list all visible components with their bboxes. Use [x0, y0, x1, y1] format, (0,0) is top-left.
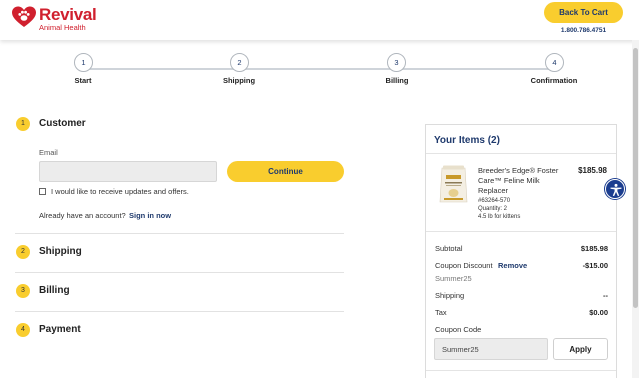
sign-in-link[interactable]: Sign in now	[129, 211, 171, 220]
tax-value: $0.00	[589, 308, 608, 317]
section-divider	[15, 311, 344, 312]
subtotal-value: $185.98	[580, 244, 608, 253]
coupon-discount-value: -$15.00	[582, 261, 608, 270]
payment-step-badge: 4	[16, 323, 30, 337]
step-3-label: Billing	[385, 76, 409, 85]
tax-label: Tax	[435, 308, 447, 317]
shipping-label: Shipping	[435, 291, 465, 300]
accessibility-icon	[610, 183, 622, 197]
summary-divider	[426, 153, 616, 154]
subtotal-label: Subtotal	[435, 244, 463, 253]
email-label: Email	[39, 148, 58, 157]
step-4-label: Confirmation	[530, 76, 578, 85]
coupon-discount-label: Coupon Discount	[435, 261, 493, 270]
billing-step-badge: 3	[16, 284, 30, 298]
accessibility-button[interactable]	[605, 179, 625, 199]
stepper-track	[83, 68, 555, 70]
remove-coupon-link[interactable]: Remove	[498, 261, 527, 270]
scrollbar-thumb[interactable]	[633, 48, 638, 308]
customer-heading: Customer	[39, 118, 86, 129]
step-4-circle: 4	[545, 53, 564, 72]
newsletter-checkbox[interactable]	[39, 188, 46, 195]
section-divider	[15, 272, 344, 273]
section-divider	[15, 233, 344, 234]
step-2-label: Shipping	[222, 76, 256, 85]
account-prompt: Already have an account?	[39, 211, 126, 220]
shipping-heading: Shipping	[39, 246, 82, 257]
product-image	[439, 165, 468, 203]
customer-step-badge: 1	[16, 117, 30, 131]
product-name-link[interactable]: Breeder's Edge® Foster Care™ Feline Milk…	[478, 166, 564, 196]
email-input[interactable]	[39, 161, 217, 182]
product-price: $185.98	[578, 166, 607, 175]
step-1-label: Start	[74, 76, 92, 85]
brand-tagline: Animal Health	[39, 23, 86, 32]
product-size: 4.5 lb for kittens	[478, 214, 521, 220]
site-header: Revival Animal Health Back To Cart 1.800…	[0, 0, 639, 40]
phone-number[interactable]: 1.800.786.4751	[545, 27, 622, 34]
order-summary-title: Your Items (2)	[434, 135, 500, 146]
step-2-circle: 2	[230, 53, 249, 72]
step-3-circle: 3	[387, 53, 406, 72]
step-1-circle: 1	[74, 53, 93, 72]
shipping-step-badge: 2	[16, 245, 30, 259]
continue-button[interactable]: Continue	[227, 161, 344, 182]
newsletter-label[interactable]: I would like to receive updates and offe…	[51, 187, 189, 196]
shipping-value: --	[603, 291, 608, 300]
summary-divider	[426, 370, 616, 371]
payment-heading: Payment	[39, 324, 81, 335]
back-to-cart-button[interactable]: Back To Cart	[544, 2, 623, 23]
product-sku: #63264-570	[478, 198, 511, 204]
coupon-code-label: Coupon Code	[435, 325, 482, 334]
brand-name: Revival	[39, 5, 97, 24]
summary-divider	[426, 231, 616, 232]
applied-coupon-code: Summer25	[435, 274, 472, 283]
apply-coupon-button[interactable]: Apply	[553, 338, 608, 360]
heart-paw-icon	[12, 6, 36, 27]
billing-heading: Billing	[39, 285, 70, 296]
coupon-code-input[interactable]	[434, 338, 548, 360]
product-quantity: Quantity: 2	[478, 206, 508, 212]
